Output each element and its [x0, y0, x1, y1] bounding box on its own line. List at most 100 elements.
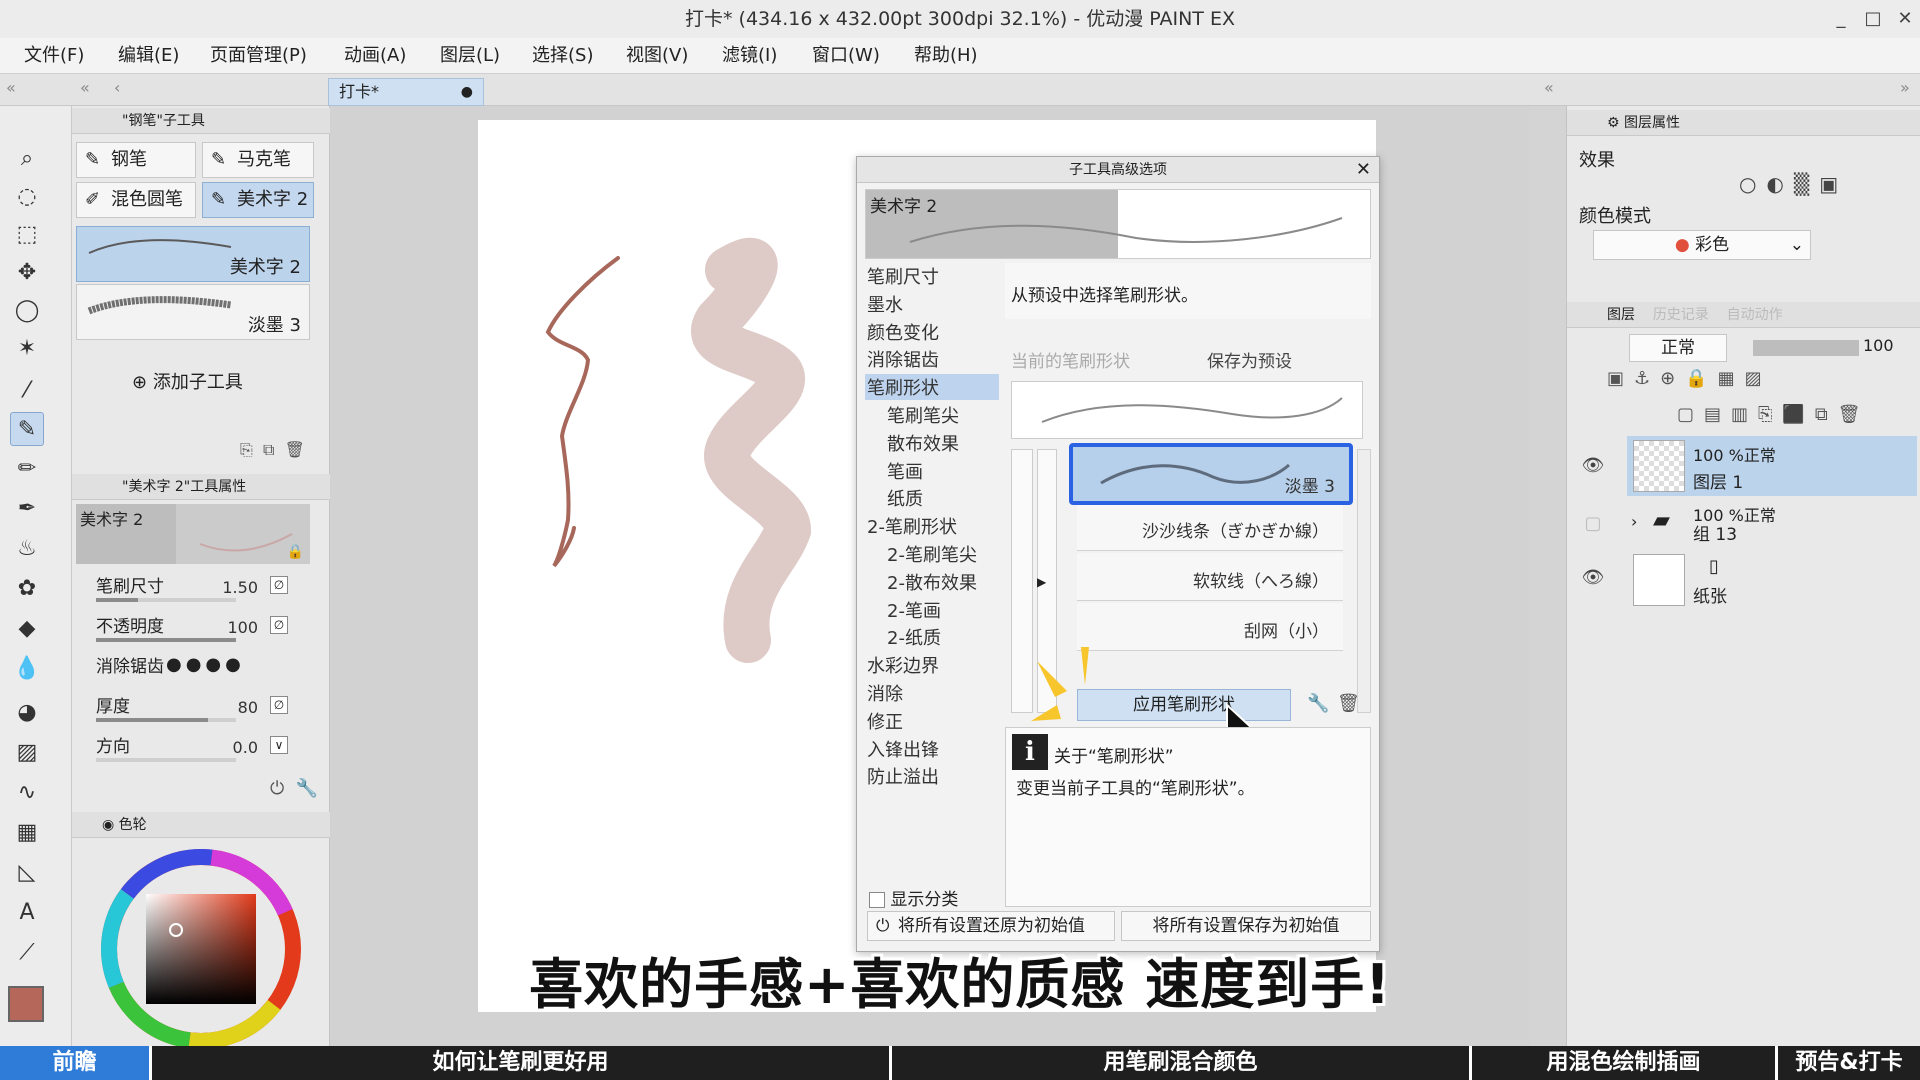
layer-row-group[interactable]: › ▰ 100 %正常 组 13 [1627, 496, 1917, 556]
category-item[interactable]: 2-笔画 [887, 597, 941, 623]
menu-filter[interactable]: 滤镜(I) [722, 38, 777, 74]
menu-animation[interactable]: 动画(A) [344, 38, 406, 74]
preset-item-soft[interactable]: 软软线（へろ線） [1077, 553, 1343, 601]
show-category-checkbox[interactable]: 显示分类 [869, 885, 958, 910]
add-subtool-button[interactable]: ⊕ 添加子工具 [132, 368, 243, 394]
brush-tool-icon[interactable]: ✒ [10, 492, 44, 526]
menu-file[interactable]: 文件(F) [24, 38, 84, 74]
decoration-icon[interactable]: ✿ [10, 572, 44, 606]
chapter-item[interactable]: 预告&打卡 [1778, 1046, 1920, 1080]
category-item[interactable]: 2-散布效果 [887, 569, 977, 595]
chevron-left-icon[interactable]: ‹ [114, 78, 120, 97]
prop-thickness[interactable]: 厚度 80 ∅ [76, 688, 310, 728]
category-item[interactable]: 2-纸质 [887, 624, 941, 650]
eye-icon[interactable]: 👁 [1581, 566, 1605, 590]
fill-icon[interactable]: ◕ [10, 696, 44, 730]
antialias-options-icon[interactable]: ●●●● [166, 654, 245, 675]
category-item[interactable]: 入锋出锋 [867, 736, 939, 762]
blend-icon[interactable]: 💧 [10, 652, 44, 686]
menu-layer[interactable]: 图层(L) [440, 38, 500, 74]
close-button[interactable]: ✕ [1890, 0, 1920, 38]
prop-thickness-slider[interactable] [96, 718, 236, 722]
preset-item-scratch[interactable]: 刮网（小） [1077, 603, 1343, 651]
subtool-calligraphy-button[interactable]: ✎ 美术字 2 [202, 182, 314, 218]
pressure-toggle-icon[interactable]: ∅ [270, 696, 288, 714]
layer-row-paper[interactable]: ▯ 纸张 [1627, 550, 1917, 610]
prop-direction-slider[interactable] [96, 758, 236, 762]
prop-thickness-value[interactable]: 80 [238, 698, 258, 717]
category-item[interactable]: 笔刷形状 [865, 374, 999, 401]
category-item[interactable]: 纸质 [887, 485, 923, 511]
lock-icon[interactable]: 🔒 [287, 544, 304, 560]
brush-item-ink[interactable]: 淡墨 3 [76, 284, 310, 340]
category-item[interactable]: 2-笔刷形状 [867, 513, 957, 539]
category-item[interactable]: 墨水 [867, 291, 903, 317]
category-item[interactable]: 修正 [867, 708, 903, 734]
prop-opacity-slider[interactable] [96, 638, 236, 642]
magic-wand-icon[interactable]: ✶ [10, 332, 44, 366]
category-item[interactable]: 颜色变化 [867, 319, 939, 345]
prop-opacity[interactable]: 不透明度 100 ∅ [76, 608, 310, 648]
copy-icon[interactable]: ⎘ [240, 440, 253, 459]
expand-right-icon[interactable]: » [1900, 78, 1910, 97]
reset-icon[interactable]: ⏻ [270, 778, 284, 799]
blend-mode-select[interactable]: 正常 [1629, 334, 1727, 362]
preset-item-ink-selected[interactable]: 淡墨 3 [1069, 443, 1353, 505]
eye-icon[interactable]: 👁 [1581, 454, 1605, 478]
category-item[interactable]: 2-笔刷笔尖 [887, 541, 977, 567]
wrench-icon[interactable]: 🔧 [296, 778, 318, 799]
minimize-button[interactable]: _ [1826, 0, 1856, 38]
tab-document[interactable]: 打卡* ● [328, 78, 484, 106]
collapse-left-icon[interactable]: « [6, 78, 16, 97]
ruler-icon[interactable]: ◺ [10, 856, 44, 890]
prop-antialias[interactable]: 消除锯齿 ●●●● [76, 648, 310, 688]
reset-defaults-button[interactable]: ⏻ 将所有设置还原为初始值 [867, 911, 1115, 941]
eye-hidden-icon[interactable]: ▢ [1581, 512, 1605, 536]
figure-icon[interactable]: ∿ [10, 776, 44, 810]
category-item[interactable]: 散布效果 [887, 430, 959, 456]
pencil-tool-icon[interactable]: ✏ [10, 452, 44, 486]
menu-help[interactable]: 帮助(H) [914, 38, 978, 74]
layer-row-1[interactable]: 100 %正常 图层 1 [1627, 436, 1917, 496]
tab-layer-property[interactable]: 图层属性 [1624, 115, 1680, 131]
tab-layers[interactable]: 图层 [1607, 307, 1635, 323]
category-item[interactable]: 笔刷尺寸 [867, 263, 939, 289]
save-defaults-button[interactable]: 将所有设置保存为初始值 [1121, 911, 1371, 941]
chapter-item[interactable]: 用混色绘制插画 [1472, 1046, 1778, 1080]
color-mode-select[interactable]: ● 彩色 ⌄ [1593, 230, 1811, 260]
lasso-icon[interactable]: ◯ [10, 294, 44, 328]
tab-history[interactable]: 历史记录 [1653, 307, 1709, 323]
category-item[interactable]: 笔画 [887, 458, 923, 484]
menu-window[interactable]: 窗口(W) [812, 38, 880, 74]
pressure-toggle-icon[interactable]: ∅ [270, 616, 288, 634]
gradient-icon[interactable]: ▨ [10, 736, 44, 770]
duplicate-icon[interactable]: ⧉ [263, 440, 274, 459]
text-tool-icon[interactable]: A [10, 896, 44, 930]
subtool-pen-button[interactable]: ✎ 钢笔 [76, 142, 196, 178]
preset-item-zasa[interactable]: 沙沙线条（ぎかぎか線） [1077, 503, 1343, 551]
prop-brush-size-value[interactable]: 1.50 [222, 578, 258, 597]
wrench-icon[interactable]: 🔧 [1307, 693, 1329, 714]
pressure-toggle-icon[interactable]: ∅ [270, 576, 288, 594]
category-item[interactable]: 防止溢出 [867, 763, 939, 789]
checkbox-icon[interactable] [869, 892, 885, 908]
preset-scrollbar[interactable] [1357, 449, 1371, 713]
layer-action-icons[interactable]: ▢▤▥⎘⬛⧉🗑 [1677, 404, 1871, 425]
trash-icon[interactable]: 🗑 [285, 440, 305, 459]
brush-item-calligraphy[interactable]: 美术字 2 [76, 226, 310, 282]
save-preset-button[interactable]: 保存为预设 [1207, 347, 1292, 372]
maximize-button[interactable]: □ [1858, 0, 1888, 38]
chapter-item[interactable]: 前瞻 [0, 1046, 152, 1080]
dialog-close-icon[interactable]: ✕ [1356, 157, 1371, 183]
prop-opacity-value[interactable]: 100 [227, 618, 258, 637]
prop-brush-size[interactable]: 笔刷尺寸 1.50 ∅ [76, 568, 310, 608]
trash-icon[interactable]: 🗑 [1337, 693, 1360, 714]
effect-icons[interactable]: ○◐▒▣ [1739, 172, 1848, 196]
zoom-tool-icon[interactable]: ⌕ [10, 142, 44, 176]
object-select-icon[interactable]: ⬚ [10, 218, 44, 252]
category-item[interactable]: 笔刷笔尖 [887, 402, 959, 428]
menu-page[interactable]: 页面管理(P) [210, 38, 307, 74]
menu-select[interactable]: 选择(S) [532, 38, 593, 74]
opacity-value[interactable]: 100 [1863, 336, 1894, 355]
menu-edit[interactable]: 编辑(E) [118, 38, 179, 74]
